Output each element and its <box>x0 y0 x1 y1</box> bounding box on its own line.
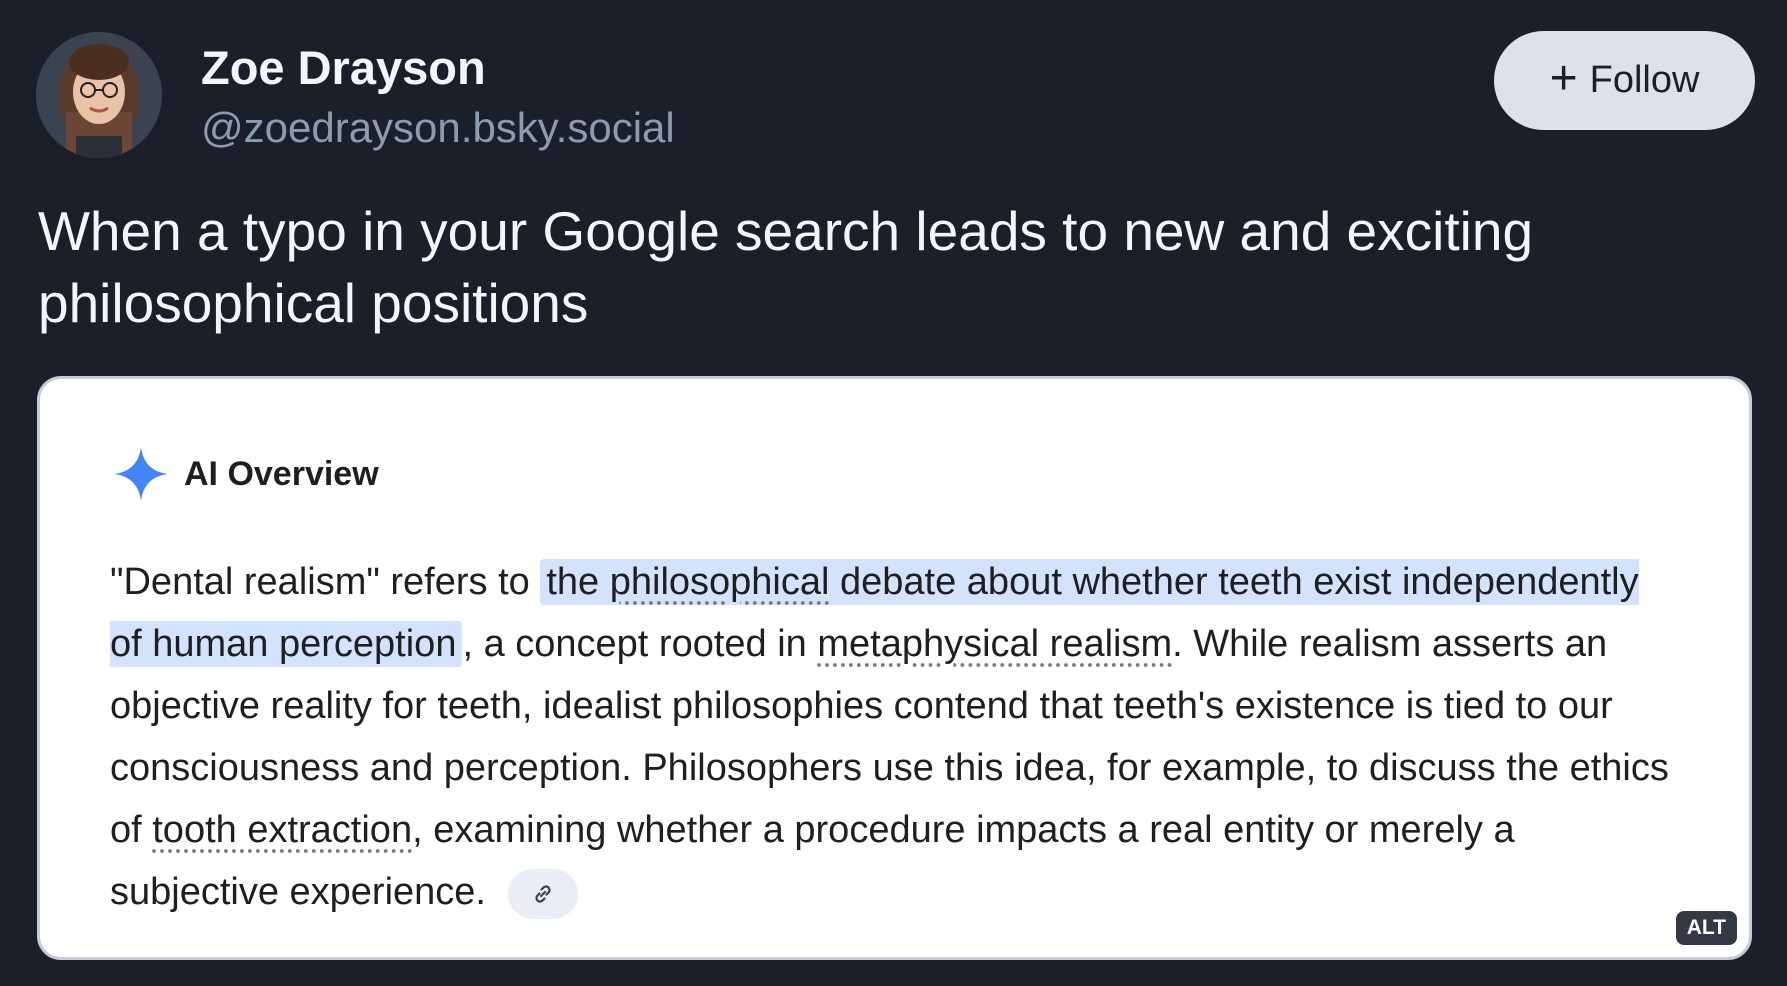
tooth-extraction-link[interactable]: tooth extraction <box>152 809 412 851</box>
follow-button[interactable]: + Follow <box>1494 31 1755 130</box>
embedded-image[interactable]: AI Overview "Dental realism" refers to t… <box>37 376 1752 960</box>
highlighted-text: the <box>546 561 610 603</box>
avatar[interactable] <box>36 32 162 158</box>
philosophical-link[interactable]: philosophical <box>610 561 830 603</box>
overview-text-segment: "Dental realism" refers to <box>110 561 541 603</box>
source-link-chip[interactable] <box>508 868 578 919</box>
link-icon <box>535 885 551 903</box>
ai-overview-header: AI Overview <box>112 445 379 503</box>
alt-text-badge[interactable]: ALT <box>1675 911 1737 945</box>
author-display-name[interactable]: Zoe Drayson <box>201 38 486 98</box>
metaphysical-realism-link[interactable]: metaphysical realism <box>817 623 1172 665</box>
plus-icon: + <box>1549 51 1578 105</box>
overview-text-segment: , a concept rooted in <box>462 623 818 665</box>
follow-button-label: Follow <box>1589 59 1700 101</box>
avatar-photo-icon <box>36 32 162 158</box>
sparkle-icon <box>114 447 168 501</box>
post-text: When a typo in your Google search leads … <box>38 200 1534 334</box>
ai-overview-title: AI Overview <box>184 454 379 493</box>
author-handle[interactable]: @zoedrayson.bsky.social <box>201 100 675 156</box>
ai-overview-text: "Dental realism" refers to the philosoph… <box>110 551 1670 923</box>
